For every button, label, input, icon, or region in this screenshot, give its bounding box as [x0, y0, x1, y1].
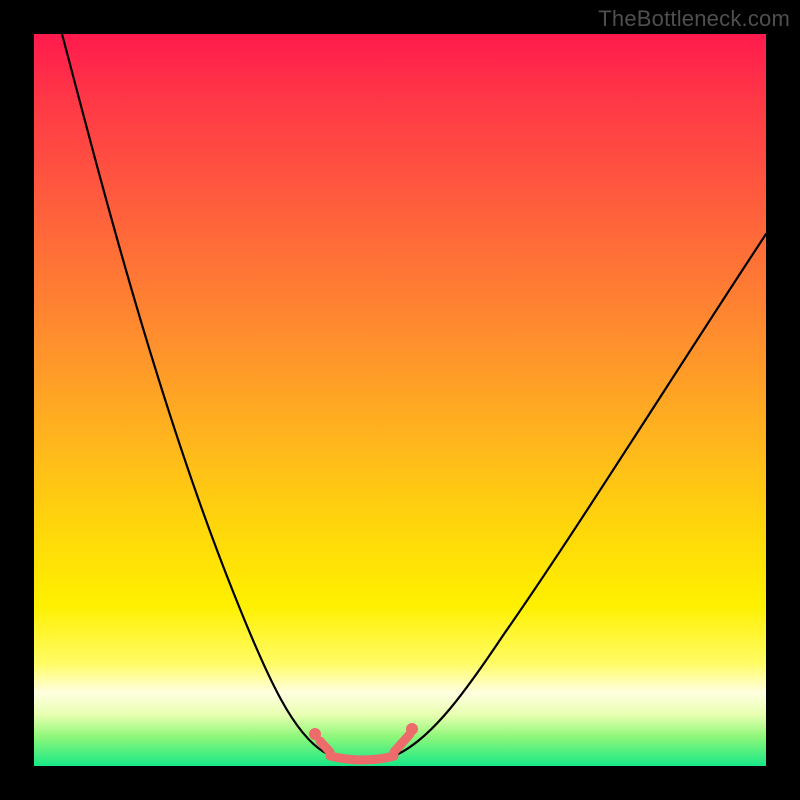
curve-left-descent — [62, 34, 324, 752]
flat-zone-marker — [309, 723, 418, 760]
curve-right-ascent — [402, 234, 766, 752]
flat-dot-right — [406, 723, 418, 735]
flat-seg-main — [330, 756, 394, 760]
plot-area — [34, 34, 766, 766]
watermark-text: TheBottleneck.com — [598, 6, 790, 32]
bottleneck-curve — [34, 34, 766, 766]
outer-frame: TheBottleneck.com — [0, 0, 800, 800]
